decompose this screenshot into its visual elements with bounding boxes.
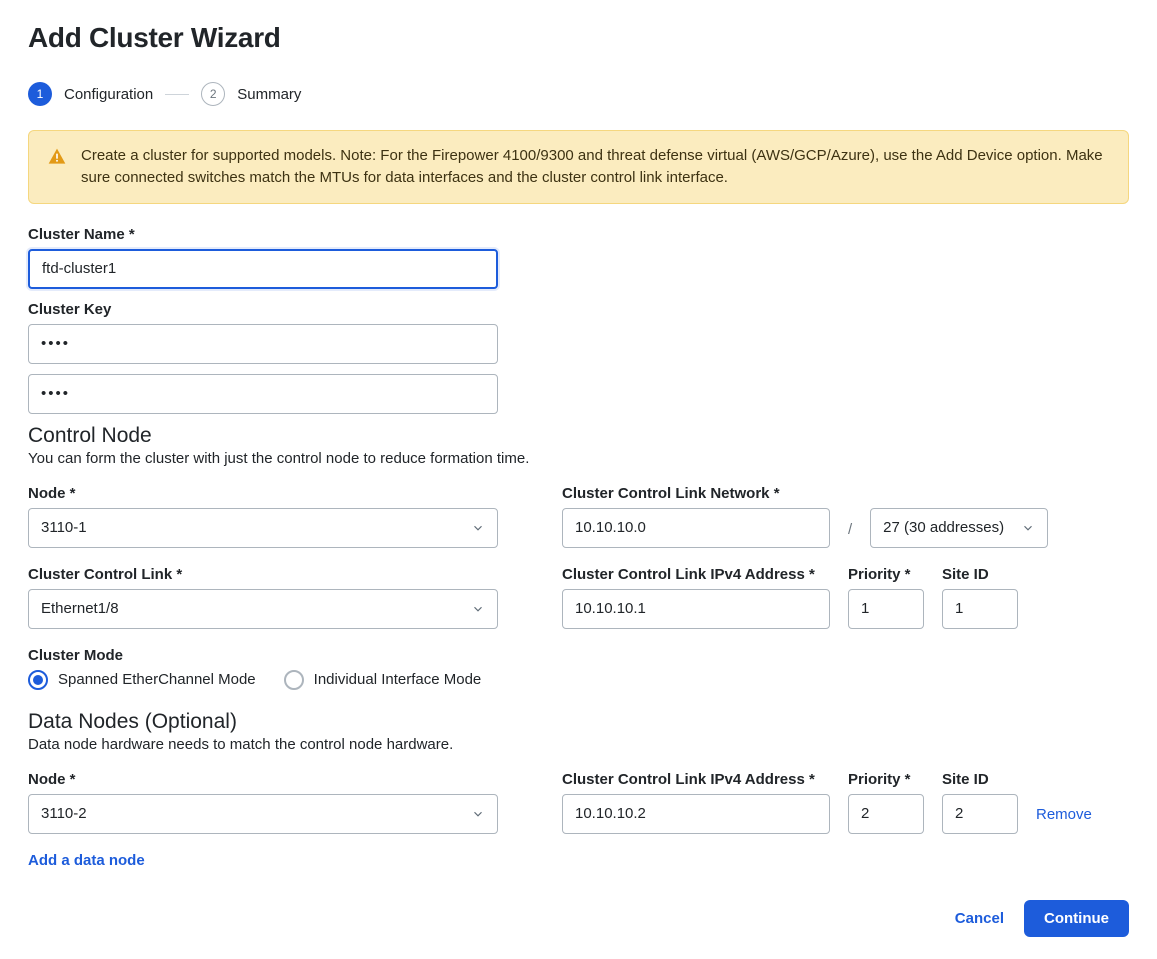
control-site-id-input[interactable] [942,589,1018,629]
label-control-node: Node [28,485,498,502]
page-title: Add Cluster Wizard [28,22,1129,54]
cluster-key-input[interactable]: •••• [28,324,498,364]
ccl-select[interactable]: Ethernet1/8 [28,589,498,629]
control-node-select[interactable]: 3110-1 [28,508,498,548]
radio-label-individual: Individual Interface Mode [314,671,482,688]
alert-text: Create a cluster for supported models. N… [81,145,1110,189]
radio-button-unchecked [284,670,304,690]
control-node-heading: Control Node [28,424,1129,448]
radio-button-checked [28,670,48,690]
chevron-down-icon [1021,521,1035,535]
label-ccl: Cluster Control Link [28,566,498,583]
label-data-ccl-ipv4: Cluster Control Link IPv4 Address [562,771,830,788]
ccl-subnet-select[interactable]: 27 (30 addresses) [870,508,1048,548]
cluster-name-input[interactable] [28,249,498,289]
add-data-node-link[interactable]: Add a data node [28,852,145,869]
step-configuration[interactable]: 1 Configuration [28,82,153,106]
step-separator [165,94,189,95]
cluster-key-confirm-input[interactable]: •••• [28,374,498,414]
data-node-value: 3110-2 [41,805,87,822]
data-nodes-heading: Data Nodes (Optional) [28,710,1129,734]
label-cluster-key: Cluster Key [28,301,498,318]
chevron-down-icon [471,807,485,821]
label-control-priority: Priority [848,566,924,583]
label-cluster-name: Cluster Name [28,226,498,243]
subnet-slash: / [848,521,852,548]
warning-icon [47,147,67,167]
control-ccl-ipv4-input[interactable] [562,589,830,629]
ccl-value: Ethernet1/8 [41,600,119,617]
step-summary[interactable]: 2 Summary [201,82,301,106]
data-priority-input[interactable] [848,794,924,834]
label-data-priority: Priority [848,771,924,788]
label-ccl-network: Cluster Control Link Network [562,485,830,502]
ccl-network-input[interactable] [562,508,830,548]
step-label-configuration: Configuration [64,86,153,103]
control-node-value: 3110-1 [41,519,87,536]
label-control-ccl-ipv4: Cluster Control Link IPv4 Address [562,566,830,583]
ccl-subnet-value: 27 (30 addresses) [883,519,1004,536]
radio-spanned-mode[interactable]: Spanned EtherChannel Mode [28,670,256,690]
radio-individual-mode[interactable]: Individual Interface Mode [284,670,482,690]
wizard-stepper: 1 Configuration 2 Summary [28,82,1129,106]
data-node-select[interactable]: 3110-2 [28,794,498,834]
data-site-id-input[interactable] [942,794,1018,834]
info-alert: Create a cluster for supported models. N… [28,130,1129,204]
control-node-sub: You can form the cluster with just the c… [28,450,1129,467]
chevron-down-icon [471,602,485,616]
data-nodes-sub: Data node hardware needs to match the co… [28,736,1129,753]
chevron-down-icon [471,521,485,535]
label-control-site-id: Site ID [942,566,1018,583]
continue-button[interactable]: Continue [1024,900,1129,937]
remove-data-node-link[interactable]: Remove [1036,806,1092,823]
data-ccl-ipv4-input[interactable] [562,794,830,834]
step-label-summary: Summary [237,86,301,103]
radio-label-spanned: Spanned EtherChannel Mode [58,671,256,688]
label-cluster-mode: Cluster Mode [28,647,1129,664]
label-data-node: Node [28,771,498,788]
control-priority-input[interactable] [848,589,924,629]
step-number-2: 2 [201,82,225,106]
cancel-button[interactable]: Cancel [955,910,1004,927]
label-data-site-id: Site ID [942,771,1018,788]
step-number-1: 1 [28,82,52,106]
